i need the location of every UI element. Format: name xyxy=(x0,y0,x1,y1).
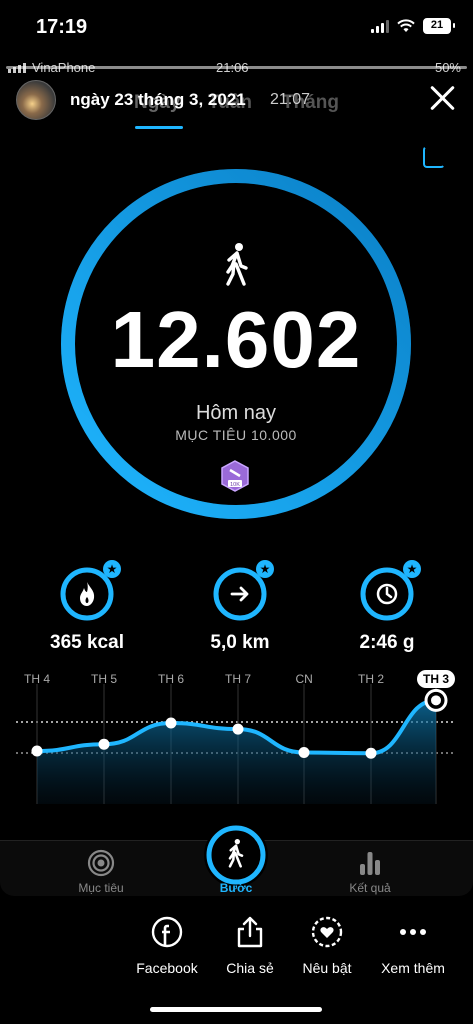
action-highlight[interactable]: Nêu bật xyxy=(277,912,377,976)
active-tab-indicator xyxy=(135,126,183,129)
walking-icon xyxy=(226,243,248,286)
nav-steps-label: Bước xyxy=(219,881,253,895)
clock-icon xyxy=(376,583,398,605)
day-label[interactable]: TH 4 xyxy=(24,672,50,686)
share-actions: Facebook Chia sẻ Nêu bật Xem thêm xyxy=(0,912,473,982)
heart-circle-icon xyxy=(311,916,343,948)
steps-ring: 12.602 Hôm nay MỤC TIÊU 10.000 10K xyxy=(56,164,416,524)
action-label: Facebook xyxy=(136,960,198,976)
avatar[interactable] xyxy=(16,80,56,120)
arrow-right-icon xyxy=(230,586,249,602)
app-bottom-nav: Mục tiêu Bước Kết quả xyxy=(0,823,473,896)
nav-results-label: Kết quả xyxy=(349,881,391,895)
story-frame: VinaPhone 21:06 50% Ngày Tuần Tháng ngày… xyxy=(0,54,473,896)
story-title: ngày 23 tháng 3, 2021 xyxy=(70,90,246,109)
day-label[interactable]: CN xyxy=(296,672,313,686)
ios-status-right: 21 xyxy=(371,18,455,34)
metric-calories[interactable]: ★ 365 kcal xyxy=(27,560,147,654)
nav-goals[interactable]: Mục tiêu xyxy=(46,849,156,895)
flame-icon xyxy=(80,582,95,606)
close-icon[interactable] xyxy=(427,82,457,112)
battery-icon: 21 xyxy=(423,18,455,34)
weekly-steps-chart: TH 4 TH 5 TH 6 TH 7 CN TH 2 TH 3 xyxy=(0,664,473,814)
chart-point[interactable] xyxy=(232,723,244,735)
action-label: Nêu bật xyxy=(302,960,352,976)
goal-label: MỤC TIÊU 10.000 xyxy=(175,427,297,443)
chart-point[interactable] xyxy=(431,695,441,706)
chart-point[interactable] xyxy=(31,745,43,757)
chart-point[interactable] xyxy=(165,717,177,729)
cellular-signal-icon xyxy=(371,19,389,33)
nav-results[interactable]: Kết quả xyxy=(315,849,425,895)
chart-point[interactable] xyxy=(298,747,310,759)
story-time: 21:07 xyxy=(270,91,311,108)
home-indicator xyxy=(150,1007,322,1012)
facebook-icon xyxy=(151,916,183,948)
ios-time: 17:19 xyxy=(36,16,88,38)
star-icon: ★ xyxy=(256,560,274,578)
day-label[interactable]: TH 6 xyxy=(158,672,184,686)
nav-steps[interactable] xyxy=(204,823,268,887)
metric-value: 5,0 km xyxy=(210,632,270,653)
chart-plot xyxy=(16,684,456,804)
share-icon[interactable] xyxy=(423,146,445,168)
chart-point[interactable] xyxy=(98,738,110,750)
day-label[interactable]: TH 7 xyxy=(225,672,251,686)
more-icon xyxy=(400,929,426,935)
star-icon: ★ xyxy=(403,560,421,578)
steps-count: 12.602 xyxy=(110,295,362,384)
nav-goals-label: Mục tiêu xyxy=(78,881,124,895)
action-label: Chia sẻ xyxy=(226,960,274,976)
bar-chart-icon xyxy=(360,852,380,875)
story-progress-bar xyxy=(6,66,467,69)
metric-distance[interactable]: ★ 5,0 km xyxy=(180,560,300,654)
share-up-icon xyxy=(237,916,263,948)
badge-text: 10K xyxy=(230,482,240,488)
walking-icon xyxy=(228,839,244,868)
chart-point[interactable] xyxy=(365,747,377,759)
day-label[interactable]: TH 5 xyxy=(91,672,117,686)
metric-duration[interactable]: ★ 2:46 g xyxy=(327,560,447,654)
action-label: Xem thêm xyxy=(381,960,445,976)
day-label[interactable]: TH 2 xyxy=(358,672,384,686)
goal-badge-icon: 10K xyxy=(221,460,249,492)
target-icon xyxy=(87,849,115,877)
day-label[interactable]: TH 3 xyxy=(417,670,456,688)
story-header: ngày 23 tháng 3, 2021 21:07 xyxy=(16,80,457,124)
metric-value: 2:46 g xyxy=(359,632,415,653)
period-label: Hôm nay xyxy=(195,402,277,424)
star-icon: ★ xyxy=(103,560,121,578)
ios-status-bar: 17:19 21 xyxy=(0,0,473,54)
action-more[interactable]: Xem thêm xyxy=(363,912,463,976)
wifi-icon xyxy=(397,19,415,32)
metric-value: 365 kcal xyxy=(50,632,124,653)
